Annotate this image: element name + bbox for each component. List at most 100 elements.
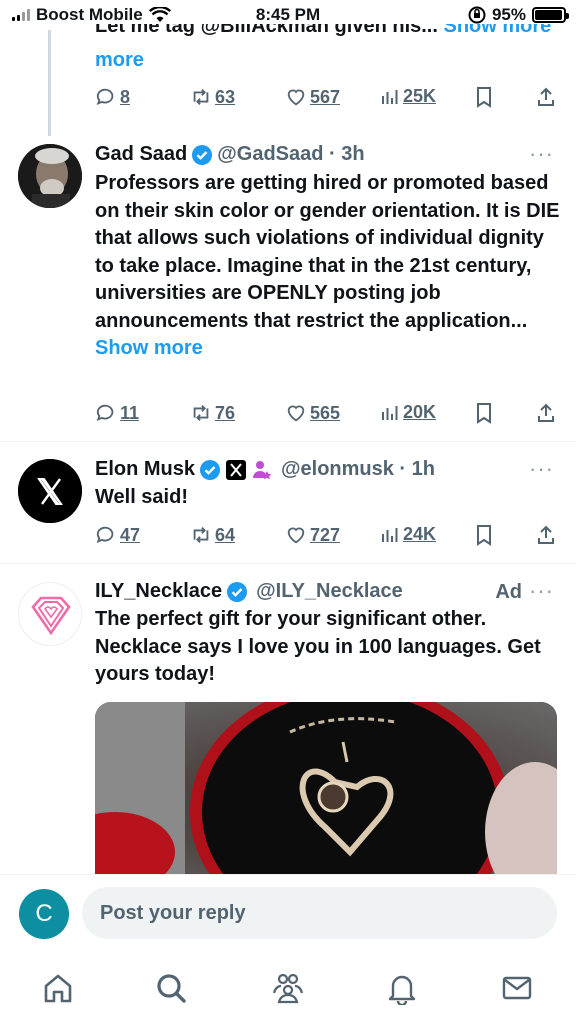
bookmark-icon <box>477 87 491 108</box>
divider <box>0 563 576 564</box>
like-button[interactable]: 567 <box>285 86 340 108</box>
share-button[interactable] <box>536 86 556 108</box>
post-text: Well said! <box>95 486 188 508</box>
bookmark-button[interactable] <box>474 86 494 108</box>
post-text: Professors are getting hired or promoted… <box>95 170 565 363</box>
share-icon <box>538 403 554 422</box>
share-button[interactable] <box>536 402 556 424</box>
x-affiliate-badge-icon <box>226 459 247 480</box>
reply-count: 47 <box>120 524 141 545</box>
views-icon <box>382 89 398 104</box>
author-handle[interactable]: @ILY_Necklace <box>256 580 403 603</box>
author-name[interactable]: Elon Musk <box>95 458 195 481</box>
nav-notifications[interactable] <box>382 968 422 1008</box>
views-count: 25K <box>403 86 437 106</box>
post-header: ILY_Necklace @ILY_Necklace <box>95 580 403 603</box>
like-count: 567 <box>310 86 341 107</box>
post-header: Elon Musk @elonmusk · 1h <box>95 458 435 481</box>
reply-button[interactable]: 11 <box>95 402 139 424</box>
show-more-link[interactable]: Show more <box>95 337 203 359</box>
avatar-photo <box>18 144 82 208</box>
bookmark-icon <box>477 403 491 424</box>
nav-home[interactable] <box>38 968 78 1008</box>
avatar-ily-necklace[interactable] <box>18 582 82 646</box>
communities-icon <box>272 973 304 1004</box>
heart-icon <box>287 405 305 422</box>
reply-button[interactable]: 47 <box>95 524 140 546</box>
heart-icon <box>287 527 305 544</box>
post-actions: 11 76 565 20K <box>95 402 560 430</box>
like-count: 727 <box>310 524 341 545</box>
post-actions: 47 64 727 24K <box>95 524 560 552</box>
reply-bar: C Post your reply <box>0 874 576 948</box>
prev-post-text: Let me tag @BillAckman given his... Show… <box>95 24 565 74</box>
views-button[interactable]: 20K <box>380 402 436 423</box>
more-options-icon[interactable]: ··· <box>529 578 554 604</box>
post-body: Professors are getting hired or promoted… <box>95 172 560 332</box>
diamond-heart-logo-icon <box>31 596 71 636</box>
author-name[interactable]: Gad Saad <box>95 143 187 166</box>
bookmark-button[interactable] <box>474 524 494 546</box>
prev-show-more-link[interactable]: Show more <box>443 24 551 37</box>
repost-icon <box>193 405 209 421</box>
share-button[interactable] <box>536 524 556 546</box>
nav-communities[interactable] <box>268 968 308 1008</box>
repost-button[interactable]: 76 <box>190 402 235 424</box>
share-icon <box>538 87 554 106</box>
prev-show-more-line2[interactable]: more <box>95 46 565 74</box>
nav-search[interactable] <box>151 968 191 1008</box>
share-icon <box>538 525 554 544</box>
bookmark-button[interactable] <box>474 402 494 424</box>
thread-line <box>48 30 51 136</box>
avatar-elon-musk[interactable] <box>18 459 82 523</box>
post-text: The perfect gift for your significant ot… <box>95 608 541 685</box>
bottom-nav <box>0 948 576 1024</box>
search-icon <box>157 974 186 1003</box>
like-button[interactable]: 727 <box>285 524 340 546</box>
reply-icon <box>96 404 114 422</box>
prev-post-clipped-line: Let me tag @BillAckman given his... Show… <box>95 24 565 38</box>
views-button[interactable]: 24K <box>380 524 436 545</box>
divider <box>0 441 576 442</box>
author-handle[interactable]: @GadSaad · 3h <box>217 143 364 166</box>
prev-post-line: Let me tag @BillAckman given his... <box>95 24 438 37</box>
avatar-gad-saad[interactable] <box>18 144 82 208</box>
prev-post-actions: 8 63 567 25K <box>95 86 560 114</box>
battery-icon <box>532 7 569 23</box>
battery-percent: 95% <box>491 5 526 24</box>
more-options-icon[interactable]: ··· <box>529 141 554 167</box>
repost-button[interactable]: 63 <box>190 86 235 108</box>
ad-image[interactable] <box>95 702 557 874</box>
verified-badge-icon <box>200 459 221 480</box>
orientation-lock-icon <box>468 6 486 24</box>
bookmark-icon <box>477 525 491 546</box>
user-avatar[interactable]: C <box>19 889 69 939</box>
reply-button[interactable]: 8 <box>95 86 130 108</box>
author-name[interactable]: ILY_Necklace <box>95 580 222 603</box>
necklace-photo <box>95 702 557 874</box>
notifications-icon <box>388 975 416 1005</box>
heart-icon <box>287 89 305 106</box>
views-button[interactable]: 25K <box>380 86 436 107</box>
views-count: 20K <box>403 402 437 422</box>
reply-input[interactable]: Post your reply <box>82 887 557 939</box>
repost-icon <box>193 527 209 543</box>
post-header: Gad Saad @GadSaad · 3h <box>95 143 365 166</box>
nav-messages[interactable] <box>497 968 537 1008</box>
like-button[interactable]: 565 <box>285 402 340 424</box>
author-handle[interactable]: @elonmusk · 1h <box>281 458 435 481</box>
government-badge-icon <box>253 460 272 479</box>
verified-badge-icon <box>192 144 213 165</box>
battery-group: 95% <box>468 5 569 25</box>
repost-icon <box>193 89 209 105</box>
more-options-icon[interactable]: ··· <box>529 456 554 482</box>
repost-button[interactable]: 64 <box>190 524 235 546</box>
ad-label: Ad <box>495 581 522 603</box>
repost-count: 76 <box>215 402 236 423</box>
views-count: 24K <box>403 524 437 544</box>
reply-count: 11 <box>120 402 140 423</box>
reply-count: 8 <box>120 86 131 107</box>
views-icon <box>382 405 398 420</box>
repost-count: 63 <box>215 86 236 107</box>
views-icon <box>382 527 398 542</box>
